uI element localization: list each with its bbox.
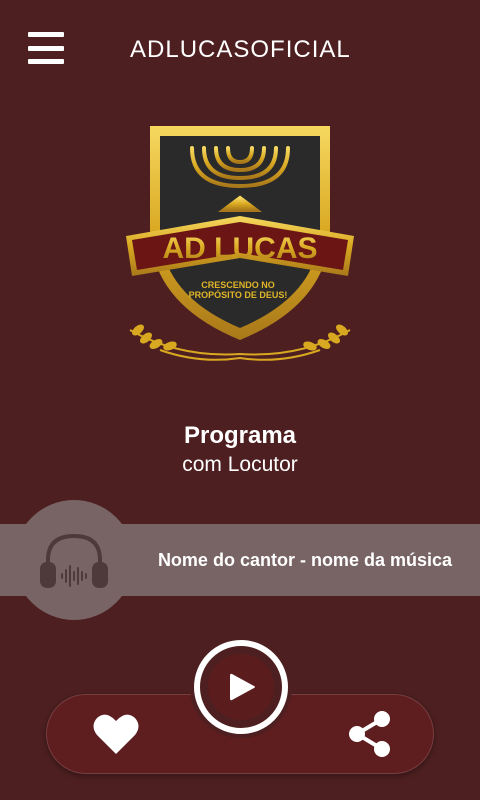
logo-name: AD LUCAS (163, 232, 318, 265)
menu-line (28, 32, 64, 37)
menu-line (28, 45, 64, 51)
track-title: Nome do cantor - nome da música (157, 549, 452, 570)
share-button[interactable] (348, 710, 392, 758)
play-button-inner (208, 654, 274, 720)
program-name: Programa (183, 422, 297, 449)
share-icon (349, 711, 390, 757)
heart-icon (93, 714, 139, 754)
logo-tagline-2: PROPÓSITO DE DEUS! (189, 289, 288, 300)
like-button[interactable] (92, 712, 140, 756)
app-title: ADLUCASOFICIAL (130, 36, 351, 63)
menu-line (28, 59, 64, 64)
headphones-icon (40, 533, 108, 588)
top-bar: ADLUCASOFICIAL (0, 0, 480, 100)
station-logo: AD LUCAS CRESCENDO NO PROPÓSITO DE DEUS! (126, 126, 354, 361)
logo-tagline-1: CRESCENDO NO (201, 280, 275, 290)
play-icon (230, 673, 255, 701)
cover-art (14, 500, 134, 620)
menu-button[interactable] (28, 32, 64, 64)
play-button[interactable] (194, 640, 288, 734)
program-info: Programa com Locutor (0, 420, 480, 478)
program-host: com Locutor (182, 453, 298, 476)
